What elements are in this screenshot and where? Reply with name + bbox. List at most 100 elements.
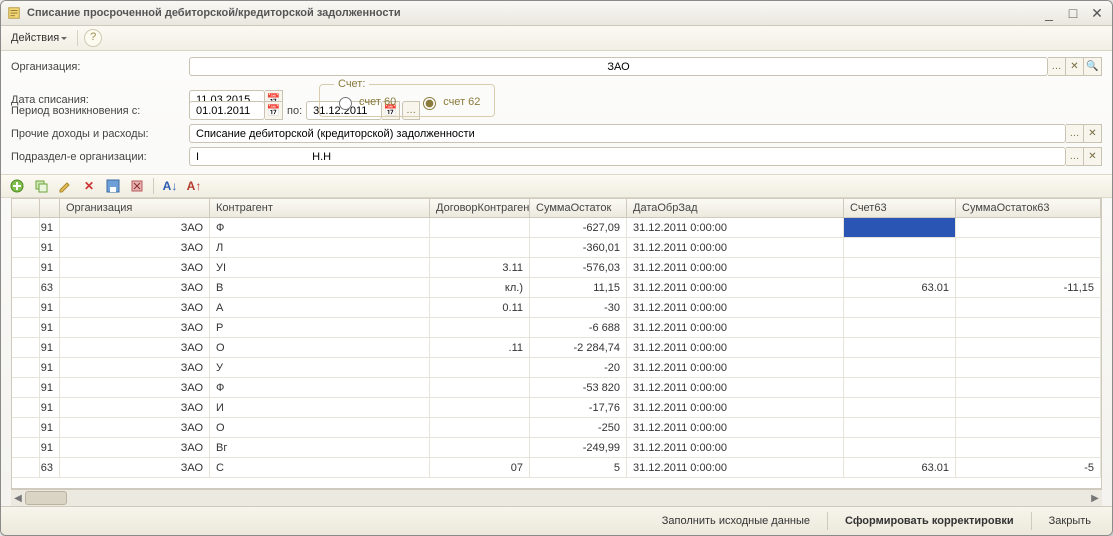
cell[interactable]: [844, 218, 956, 237]
cell[interactable]: 91: [40, 378, 60, 397]
col-rownum[interactable]: [40, 199, 60, 217]
close-button[interactable]: Закрыть: [1038, 511, 1102, 531]
cell[interactable]: ЗАО: [60, 398, 210, 417]
delete-row-button[interactable]: ✕: [81, 178, 97, 194]
cell[interactable]: 91: [40, 318, 60, 337]
cell[interactable]: [956, 378, 1101, 397]
cell[interactable]: Л: [210, 238, 430, 257]
cell[interactable]: 31.12.2011 0:00:00: [627, 458, 844, 477]
cell[interactable]: 91: [40, 258, 60, 277]
cell[interactable]: Ф: [210, 218, 430, 237]
col-acc63[interactable]: Счет63: [844, 199, 956, 217]
cell[interactable]: А: [210, 298, 430, 317]
edit-row-button[interactable]: [57, 178, 73, 194]
cell[interactable]: [12, 378, 40, 397]
cell[interactable]: 91: [40, 218, 60, 237]
cell[interactable]: Ф: [210, 378, 430, 397]
cell[interactable]: 3.11: [430, 258, 530, 277]
cell[interactable]: -250: [530, 418, 627, 437]
period-from-field[interactable]: [189, 101, 265, 120]
table-row[interactable]: 63ЗАОС07531.12.2011 0:00:0063.01-5: [12, 458, 1101, 478]
col-sum[interactable]: СуммаОстаток: [530, 199, 627, 217]
col-org[interactable]: Организация: [60, 199, 210, 217]
cell[interactable]: 31.12.2011 0:00:00: [627, 238, 844, 257]
clear-grid-button[interactable]: [129, 178, 145, 194]
cell[interactable]: -53 820: [530, 378, 627, 397]
account-radio-62[interactable]: счет 62: [418, 94, 480, 110]
actions-menu[interactable]: Действия: [7, 31, 71, 45]
minimize-button[interactable]: _: [1040, 5, 1058, 21]
other-field[interactable]: [189, 124, 1066, 143]
period-from-calendar[interactable]: 📅: [265, 101, 283, 120]
cell[interactable]: 91: [40, 398, 60, 417]
cell[interactable]: [956, 218, 1101, 237]
cell[interactable]: О: [210, 338, 430, 357]
cell[interactable]: ЗАО: [60, 338, 210, 357]
org-clear-button[interactable]: ✕: [1066, 57, 1084, 76]
cell[interactable]: УІ: [210, 258, 430, 277]
table-row[interactable]: 91ЗАОР-6 68831.12.2011 0:00:00: [12, 318, 1101, 338]
cell[interactable]: -20: [530, 358, 627, 377]
cell[interactable]: [12, 238, 40, 257]
cell[interactable]: [956, 258, 1101, 277]
cell[interactable]: -576,03: [530, 258, 627, 277]
cell[interactable]: ЗАО: [60, 418, 210, 437]
cell[interactable]: Р: [210, 318, 430, 337]
cell[interactable]: 63.01: [844, 278, 956, 297]
cell[interactable]: ЗАО: [60, 438, 210, 457]
cell[interactable]: 31.12.2011 0:00:00: [627, 318, 844, 337]
col-agent[interactable]: Контрагент: [210, 199, 430, 217]
cell[interactable]: .11: [430, 338, 530, 357]
col-contract[interactable]: ДоговорКонтрагента: [430, 199, 530, 217]
cell[interactable]: [430, 318, 530, 337]
cell[interactable]: ЗАО: [60, 218, 210, 237]
cell[interactable]: -30: [530, 298, 627, 317]
table-row[interactable]: 91ЗАОФ-53 82031.12.2011 0:00:00: [12, 378, 1101, 398]
cell[interactable]: [844, 398, 956, 417]
cell[interactable]: [956, 238, 1101, 257]
cell[interactable]: [956, 298, 1101, 317]
cell[interactable]: 91: [40, 238, 60, 257]
cell[interactable]: О: [210, 418, 430, 437]
close-window-button[interactable]: ✕: [1088, 5, 1106, 22]
scroll-thumb[interactable]: [25, 491, 67, 505]
cell[interactable]: 31.12.2011 0:00:00: [627, 398, 844, 417]
cell[interactable]: 07: [430, 458, 530, 477]
subdiv-clear-button[interactable]: ✕: [1084, 147, 1102, 166]
cell[interactable]: В: [210, 278, 430, 297]
cell[interactable]: [956, 398, 1101, 417]
table-row[interactable]: 91ЗАОИ-17,7631.12.2011 0:00:00: [12, 398, 1101, 418]
cell[interactable]: -249,99: [530, 438, 627, 457]
cell[interactable]: ЗАО: [60, 298, 210, 317]
horizontal-scrollbar[interactable]: ◀ ▶: [11, 489, 1102, 506]
cell[interactable]: 31.12.2011 0:00:00: [627, 378, 844, 397]
cell[interactable]: [844, 238, 956, 257]
cell[interactable]: [956, 438, 1101, 457]
col-date[interactable]: ДатаОбрЗад: [627, 199, 844, 217]
cell[interactable]: 31.12.2011 0:00:00: [627, 298, 844, 317]
cell[interactable]: [430, 418, 530, 437]
table-row[interactable]: 91ЗАОА0.11-3031.12.2011 0:00:00: [12, 298, 1101, 318]
cell[interactable]: [430, 218, 530, 237]
cell[interactable]: [844, 298, 956, 317]
cell[interactable]: ЗАО: [60, 258, 210, 277]
cell[interactable]: С: [210, 458, 430, 477]
cell[interactable]: 11,15: [530, 278, 627, 297]
cell[interactable]: ЗАО: [60, 318, 210, 337]
cell[interactable]: У: [210, 358, 430, 377]
cell[interactable]: [12, 358, 40, 377]
cell[interactable]: [430, 358, 530, 377]
cell[interactable]: [12, 398, 40, 417]
org-search-button[interactable]: 🔍: [1084, 57, 1102, 76]
cell[interactable]: [12, 458, 40, 477]
cell[interactable]: [956, 358, 1101, 377]
cell[interactable]: 91: [40, 418, 60, 437]
cell[interactable]: -5: [956, 458, 1101, 477]
table-row[interactable]: 63ЗАОВкл.)11,1531.12.2011 0:00:0063.01-1…: [12, 278, 1101, 298]
cell[interactable]: 63: [40, 458, 60, 477]
cell[interactable]: [12, 318, 40, 337]
cell[interactable]: [844, 378, 956, 397]
cell[interactable]: 31.12.2011 0:00:00: [627, 418, 844, 437]
account-radio-60[interactable]: счет 60: [334, 94, 396, 110]
cell[interactable]: 63: [40, 278, 60, 297]
